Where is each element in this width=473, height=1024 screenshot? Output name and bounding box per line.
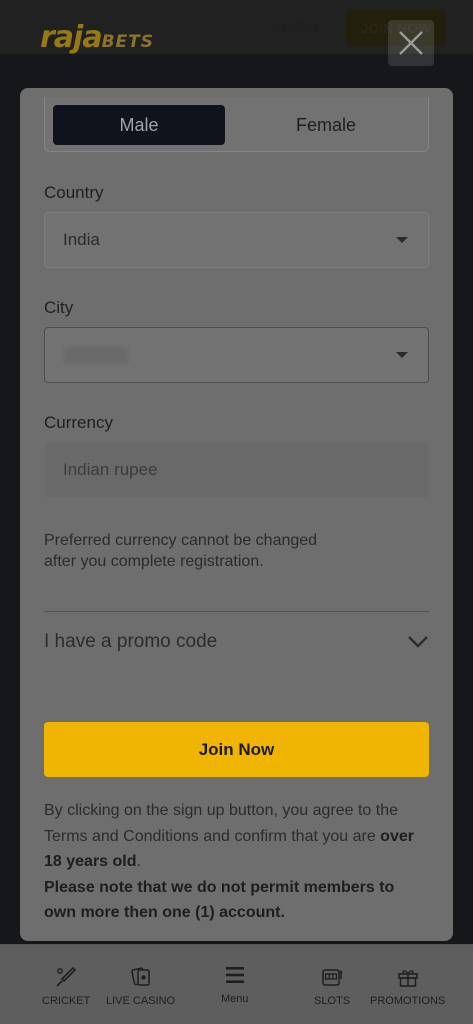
- nav-live-casino[interactable]: LIVE CASINO: [106, 965, 175, 1007]
- hamburger-menu-icon: [225, 967, 244, 983]
- nav-slots-label: SLOTS: [314, 995, 351, 1007]
- caret-down-icon: [396, 237, 408, 243]
- gender-male-option[interactable]: Male: [53, 105, 225, 145]
- registration-modal: Male Female Country India City Currency …: [20, 88, 453, 941]
- nav-menu-label: Menu: [221, 993, 249, 1005]
- city-label: City: [44, 298, 74, 317]
- currency-field: Indian rupee: [44, 442, 429, 498]
- gender-toggle: Male Female: [44, 97, 429, 152]
- chevron-down-icon: [408, 636, 428, 648]
- caret-down-icon: [396, 352, 408, 358]
- nav-slots[interactable]: SLOTS: [314, 965, 350, 1007]
- cricket-bat-icon: [56, 966, 77, 987]
- nav-cricket-label: CRICKET: [42, 995, 91, 1007]
- divider: [44, 611, 429, 612]
- bottom-nav: CRICKET LIVE CASINO Menu SLOTS PROMOTION…: [0, 944, 473, 1024]
- promo-code-toggle[interactable]: I have a promo code: [44, 628, 429, 658]
- gender-female-option[interactable]: Female: [240, 105, 412, 145]
- country-value: India: [63, 230, 100, 249]
- nav-menu[interactable]: Menu: [221, 963, 249, 1005]
- city-value-redacted: [63, 346, 129, 364]
- terms-text: By clicking on the sign up button, you a…: [44, 798, 429, 926]
- currency-note-line1: Preferred currency cannot be changed: [44, 532, 318, 549]
- nav-live-casino-label: LIVE CASINO: [106, 995, 176, 1007]
- playing-cards-icon: [130, 967, 150, 986]
- currency-value: Indian rupee: [63, 460, 158, 479]
- promo-code-label: I have a promo code: [44, 631, 218, 652]
- close-button[interactable]: [388, 20, 434, 66]
- slot-machine-icon: [322, 969, 343, 986]
- nav-promotions[interactable]: PROMOTIONS: [370, 965, 445, 1007]
- terms-part1: By clicking on the sign up button, you a…: [44, 802, 399, 845]
- gift-icon: [397, 970, 418, 987]
- terms-part2: .: [136, 853, 141, 870]
- currency-note-line2: after you complete registration.: [44, 553, 264, 570]
- nav-cricket[interactable]: CRICKET: [42, 965, 90, 1007]
- terms-notice: Please note that we do not permit member…: [44, 878, 395, 922]
- currency-label: Currency: [44, 413, 113, 432]
- country-select[interactable]: India: [44, 212, 429, 268]
- join-now-button[interactable]: Join Now: [44, 722, 429, 777]
- nav-promotions-label: PROMOTIONS: [370, 995, 446, 1007]
- city-select[interactable]: [44, 327, 429, 383]
- currency-note: Preferred currency cannot be changed aft…: [44, 530, 374, 572]
- close-icon: [399, 31, 423, 55]
- country-label: Country: [44, 183, 104, 202]
